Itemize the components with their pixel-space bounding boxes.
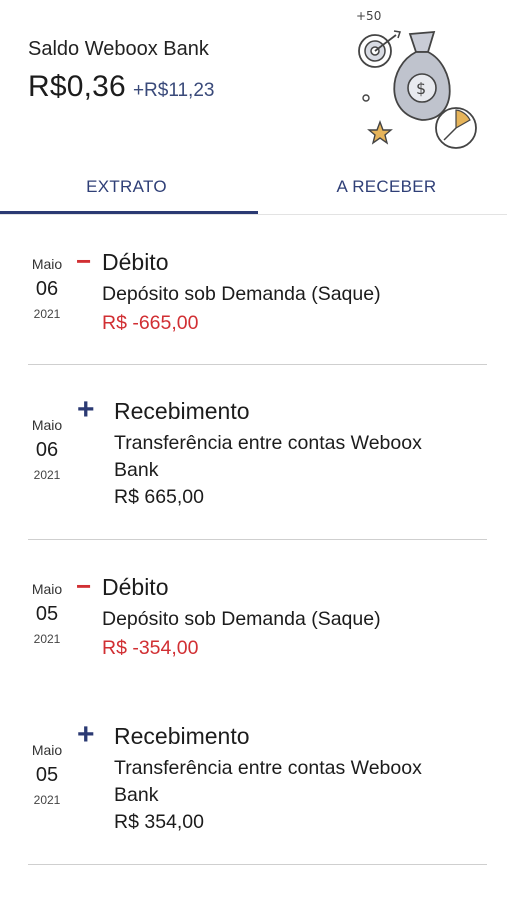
- plus-icon: +: [77, 393, 95, 426]
- tab-a-receber[interactable]: A RECEBER: [260, 162, 507, 212]
- transaction-date: Maio 06 2021: [28, 256, 66, 321]
- transaction-description-line2: Bank: [114, 784, 159, 806]
- transaction-amount: R$ -665,00: [102, 312, 199, 334]
- illustration-text: +50: [356, 9, 381, 23]
- minus-icon: −: [76, 571, 92, 601]
- balance-header: Saldo Weboox Bank R$0,36 +R$11,23 +50 $: [0, 0, 507, 160]
- transaction-date: Maio 06 2021: [28, 417, 66, 482]
- transaction-month: Maio: [31, 256, 63, 272]
- transaction-month: Maio: [31, 742, 63, 758]
- transaction-amount: R$ -354,00: [102, 637, 199, 659]
- transaction-day: 05: [35, 764, 59, 786]
- plus-icon: +: [77, 718, 95, 751]
- transaction-item[interactable]: Maio 06 2021 − Débito Depósito sob Deman…: [0, 214, 507, 365]
- tab-extrato[interactable]: EXTRATO: [0, 162, 253, 212]
- transaction-description: Depósito sob Demanda (Saque): [102, 608, 381, 630]
- balance-label: Saldo Weboox Bank: [28, 38, 209, 60]
- transaction-month: Maio: [31, 417, 63, 433]
- transaction-description-line1: Transferência entre contas Weboox: [114, 432, 422, 454]
- transaction-type: Recebimento: [114, 398, 250, 424]
- money-bag-icon: $: [393, 30, 451, 121]
- transaction-description-line2: Bank: [114, 459, 159, 481]
- divider: [28, 864, 487, 865]
- transaction-description: Depósito sob Demanda (Saque): [102, 283, 381, 305]
- transaction-day: 06: [35, 439, 59, 461]
- transaction-year: 2021: [33, 793, 61, 807]
- transaction-day: 06: [35, 278, 59, 300]
- clock-icon: [435, 107, 477, 149]
- transaction-year: 2021: [33, 468, 61, 482]
- transaction-amount: R$ 665,00: [114, 486, 204, 508]
- transaction-day: 05: [35, 603, 59, 625]
- transaction-year: 2021: [33, 632, 61, 646]
- target-icon: [358, 30, 401, 68]
- transaction-type: Débito: [102, 574, 169, 600]
- transaction-date: Maio 05 2021: [28, 742, 66, 807]
- transaction-item[interactable]: Maio 05 2021 − Débito Depósito sob Deman…: [0, 539, 507, 689]
- balance-row: R$0,36 +R$11,23: [28, 70, 214, 104]
- transaction-month: Maio: [31, 581, 63, 597]
- balance-value: R$0,36: [28, 70, 126, 103]
- transaction-date: Maio 05 2021: [28, 581, 66, 646]
- transaction-list: Maio 06 2021 − Débito Depósito sob Deman…: [0, 214, 507, 865]
- star-icon: [367, 120, 393, 145]
- transaction-type: Recebimento: [114, 723, 250, 749]
- transaction-description-line1: Transferência entre contas Weboox: [114, 757, 422, 779]
- transaction-amount: R$ 354,00: [114, 811, 204, 833]
- svg-text:$: $: [416, 79, 426, 98]
- balance-delta: +R$11,23: [132, 80, 215, 101]
- tab-bar: EXTRATO A RECEBER: [0, 162, 507, 215]
- transaction-item[interactable]: Maio 06 2021 + Recebimento Transferência…: [0, 364, 507, 540]
- money-bag-illustration: +50 $: [356, 9, 477, 149]
- transaction-item[interactable]: Maio 05 2021 + Recebimento Transferência…: [0, 689, 507, 865]
- transaction-year: 2021: [33, 307, 61, 321]
- minus-icon: −: [76, 246, 92, 276]
- transaction-type: Débito: [102, 249, 169, 275]
